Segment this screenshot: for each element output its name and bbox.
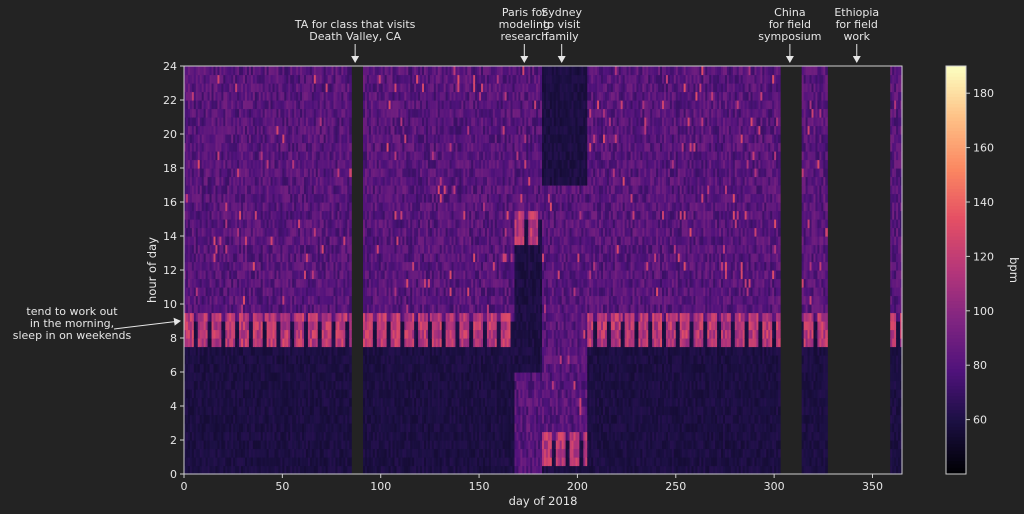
heatmap-cell	[349, 338, 352, 348]
heatmap-cell	[349, 295, 352, 305]
heatmap-cell	[349, 244, 352, 254]
heatmap-cell	[349, 151, 352, 161]
heatmap-cell	[349, 414, 352, 424]
heatmap-cell	[349, 363, 352, 373]
heatmap-cell	[349, 253, 352, 263]
heatmap-cell	[349, 278, 352, 288]
heatmap-cell	[349, 159, 352, 169]
heatmap-cell	[349, 100, 352, 110]
heatmap-cell	[349, 423, 352, 433]
heatmap-cell	[349, 287, 352, 297]
heatmap-cell	[349, 355, 352, 365]
heatmap-cell	[349, 91, 352, 101]
heatmap-cell	[349, 389, 352, 399]
heatmap-cell	[349, 448, 352, 458]
heatmap-figure: 0 50 100 150 200 250 300 350 024681012141618202…	[0, 0, 1024, 514]
heatmap-cell	[349, 142, 352, 152]
heatmap-cell	[349, 465, 352, 475]
heatmap-cell	[349, 372, 352, 382]
heatmap-cell	[349, 261, 352, 271]
heatmap-cell	[349, 83, 352, 93]
heatmap-cell	[349, 176, 352, 186]
heatmap-cell	[349, 406, 352, 416]
heatmap-cell	[349, 219, 352, 229]
heatmap-cell	[349, 117, 352, 127]
heatmap-cell	[349, 457, 352, 467]
heatmap-cell	[349, 210, 352, 220]
heatmap-cell	[349, 440, 352, 450]
heatmap-cell	[349, 108, 352, 118]
heatmap-cell	[349, 321, 352, 331]
heatmap-cell	[349, 193, 352, 203]
heatmap-cell	[349, 346, 352, 356]
heatmap-cell	[349, 202, 352, 212]
heatmap-cell	[349, 397, 352, 407]
heatmap-cell	[349, 74, 352, 84]
heatmap-cell	[349, 270, 352, 280]
heatmap-cell	[349, 431, 352, 441]
heatmap-cell	[349, 134, 352, 144]
heatmap-cell	[349, 236, 352, 246]
heatmap-cell	[349, 380, 352, 390]
heatmap-cell	[349, 312, 352, 322]
heatmap-cell	[349, 227, 352, 237]
heatmap-cell	[349, 66, 352, 76]
heatmap-cell	[349, 185, 352, 195]
heatmap-cell	[349, 125, 352, 135]
heatmap-cell	[349, 168, 352, 178]
heatmap-cell	[349, 329, 352, 339]
heatmap-cell	[349, 304, 352, 314]
